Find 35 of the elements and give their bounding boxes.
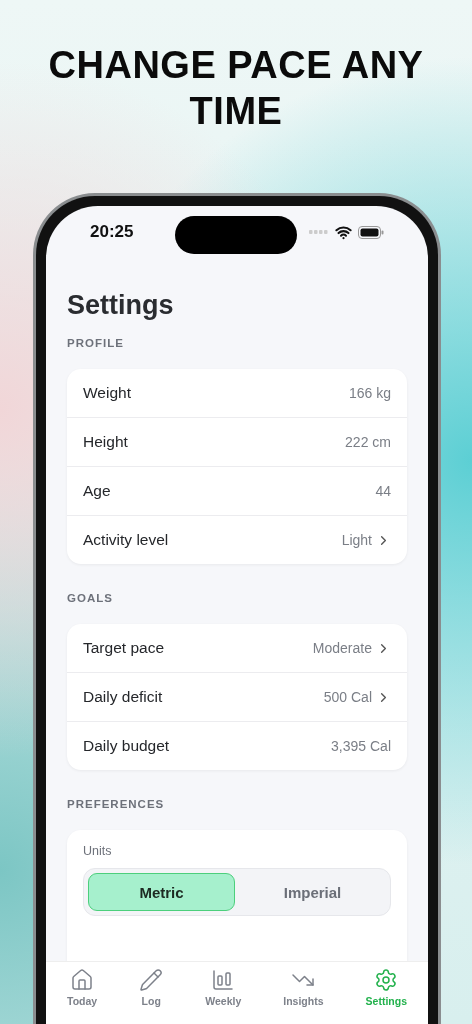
row-value: 222 cm [345, 434, 391, 450]
signal-icon [309, 230, 329, 234]
tab-item[interactable]: Settings [361, 968, 411, 1007]
page-title: Settings [67, 290, 175, 321]
tab-item[interactable]: Log [135, 968, 168, 1007]
section-label: PREFERENCES [67, 798, 166, 810]
row-label: Daily budget [83, 737, 170, 755]
section-label: GOALS [67, 592, 114, 604]
row-value: Moderate [312, 640, 372, 656]
section-label: PROFILE [67, 337, 125, 349]
home-icon [70, 968, 95, 992]
settings-icon [374, 968, 399, 992]
wifi-icon [335, 223, 352, 241]
tab-item[interactable]: Weekly [201, 968, 246, 1007]
row-label: Daily deficit [83, 688, 163, 706]
status-time: 20:25 [90, 222, 134, 242]
row-value: 166 kg [348, 385, 391, 401]
headline: CHANGE PACE ANY TIME [47, 43, 425, 134]
unit-option[interactable]: Imperial [239, 873, 386, 911]
row-value: Light [341, 532, 372, 548]
unit-option[interactable]: Metric [88, 873, 235, 911]
bar-chart-icon [211, 968, 236, 992]
units-label: Units [83, 844, 113, 858]
row-label: Weight [83, 384, 131, 402]
tab-item[interactable]: Insights [279, 968, 328, 1007]
row-label: Age [83, 482, 111, 500]
row-value: 500 Cal [323, 689, 372, 705]
battery-icon [358, 225, 384, 239]
row-label: Target pace [83, 639, 164, 657]
tab-item[interactable]: Today [63, 968, 102, 1007]
row-label: Activity level [83, 531, 169, 549]
pencil-icon [139, 968, 164, 992]
row-label: Height [83, 433, 128, 451]
row-value: 3,395 Cal [331, 738, 391, 754]
row-value: 44 [375, 483, 391, 499]
